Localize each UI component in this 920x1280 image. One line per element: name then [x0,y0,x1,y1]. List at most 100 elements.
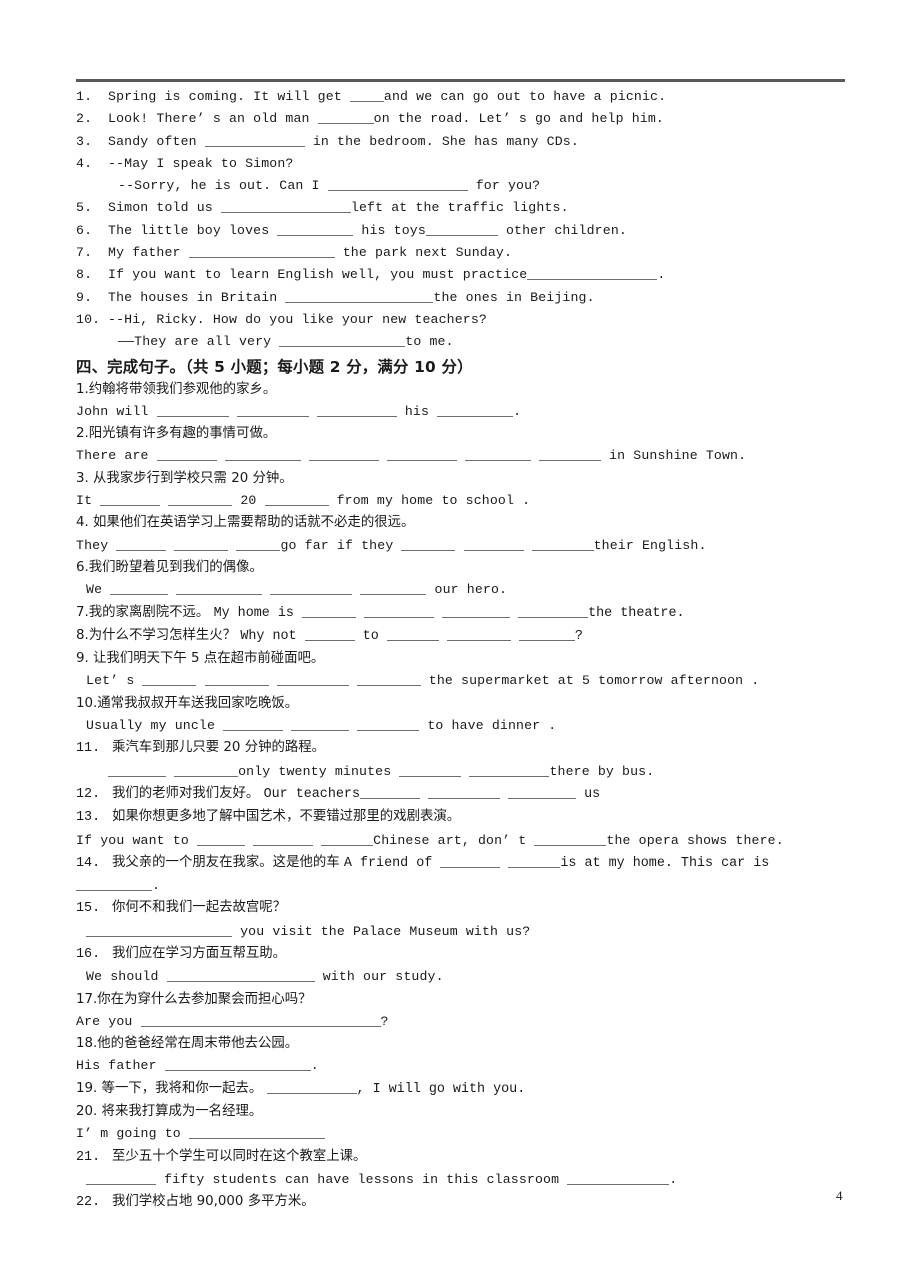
answer-blank[interactable] [166,969,315,983]
exercise-line: 9. 让我们明天下午 5 点在超市前碰面吧。 [76,648,866,670]
answer-blank[interactable] [469,764,550,777]
exercise-line: . [76,875,866,897]
answer-blank[interactable] [86,924,232,937]
sentence-text [166,764,174,779]
answer-blank[interactable] [204,134,305,147]
answer-blank[interactable] [196,833,245,846]
answer-blank[interactable] [360,786,420,799]
sentence-text: 3. 从我家步行到学校只需 20 分钟。 [76,470,293,486]
exercise-line: 6.我们盼望着见到我们的偶像。 [76,557,866,579]
sentence-text: to me. [405,334,454,350]
answer-blank[interactable] [360,582,427,596]
answer-blank[interactable] [301,605,356,618]
sentence-text [356,606,364,621]
answer-blank[interactable] [142,673,197,687]
answer-blank[interactable] [446,628,511,641]
exercise-line: 4. --May I speak to Simon? [76,153,866,175]
answer-blank[interactable] [531,538,594,551]
answer-blank[interactable] [108,764,166,777]
sentence-text [269,673,277,688]
answer-blank[interactable] [539,448,602,462]
answer-blank[interactable] [316,404,397,417]
answer-blank[interactable] [220,200,351,214]
answer-blank[interactable] [304,628,355,641]
answer-blank[interactable] [156,448,217,462]
sentence-text: fifty students can have lessons in this … [156,1171,568,1187]
answer-blank[interactable] [253,833,314,846]
answer-blank[interactable] [425,223,498,236]
answer-blank[interactable] [116,538,167,551]
answer-blank[interactable] [437,404,514,417]
sentence-text [457,448,465,463]
answer-blank[interactable] [86,1172,156,1185]
answer-blank[interactable] [386,448,457,462]
answer-blank[interactable] [174,538,229,551]
answer-blank[interactable] [440,855,501,868]
answer-blank[interactable] [176,582,263,596]
sentence-text: There are [76,448,157,464]
answer-blank[interactable] [110,582,169,596]
sentence-text: If you want to learn English well, you m… [108,267,528,283]
answer-blank[interactable] [567,1172,670,1185]
sentence-text: , I will go with you. [356,1081,526,1097]
answer-blank[interactable] [308,448,379,462]
document-page: 1. Spring is coming. It will get and we c… [0,0,920,1280]
answer-blank[interactable] [464,448,531,462]
sentence-text [309,404,317,419]
item-number: 15. [76,901,101,917]
answer-blank[interactable] [188,245,335,259]
answer-blank[interactable] [356,673,421,687]
answer-blank[interactable] [534,833,607,846]
sentence-text: ? [574,628,583,644]
answer-blank[interactable] [277,223,354,236]
answer-blank[interactable] [279,334,406,348]
answer-blank[interactable] [508,786,577,799]
answer-blank[interactable] [164,1058,311,1072]
answer-blank[interactable] [276,673,349,687]
sentence-text: 19. 等一下，我将和你一起去。 [76,1080,267,1096]
answer-blank[interactable] [266,1081,357,1094]
sentence-text: his toys [353,222,426,238]
answer-blank[interactable] [100,493,161,507]
answer-blank[interactable] [349,89,384,102]
sentence-text [461,764,469,779]
exercise-line: 3. Sandy often in the bedroom. She has ma… [76,131,866,153]
answer-blank[interactable] [223,718,284,732]
answer-blank[interactable] [76,878,152,892]
answer-blank[interactable] [527,267,658,281]
sentence-text: 至少五十个学生可以同时在这个教室上课。 [112,1148,367,1164]
answer-blank[interactable] [285,290,434,303]
answer-blank[interactable] [442,605,511,618]
answer-blank[interactable] [204,673,269,687]
answer-blank[interactable] [364,605,435,618]
sentence-text: the theatre. [588,605,685,621]
sentence-text [510,606,518,621]
answer-blank[interactable] [518,628,575,641]
answer-blank[interactable] [428,786,501,799]
answer-blank[interactable] [317,111,374,125]
answer-blank[interactable] [399,764,462,777]
answer-blank[interactable] [140,1014,381,1027]
answer-blank[interactable] [386,628,439,641]
exercise-line: 4. 如果他们在英语学习上需要帮助的话就不必走的很远。 [76,512,866,534]
sentence-text: is at my home. This car is [560,855,770,871]
answer-blank[interactable] [291,718,350,732]
sentence-text: They [76,537,117,553]
sentence-text: 如果你想更多地了解中国艺术，不要错过那里的戏剧表演。 [112,809,461,825]
answer-blank[interactable] [518,605,589,618]
answer-blank[interactable] [327,178,468,192]
answer-blank[interactable] [321,833,374,846]
answer-blank[interactable] [401,538,456,551]
answer-blank[interactable] [156,404,229,417]
answer-blank[interactable] [508,855,561,868]
answer-blank[interactable] [236,404,309,417]
answer-blank[interactable] [357,718,420,732]
answer-blank[interactable] [168,493,233,507]
answer-blank[interactable] [270,582,353,596]
answer-blank[interactable] [264,493,329,507]
answer-blank[interactable] [174,764,239,777]
answer-blank[interactable] [463,538,524,551]
answer-blank[interactable] [236,538,281,551]
answer-blank[interactable] [224,448,301,462]
answer-blank[interactable] [188,1126,325,1140]
